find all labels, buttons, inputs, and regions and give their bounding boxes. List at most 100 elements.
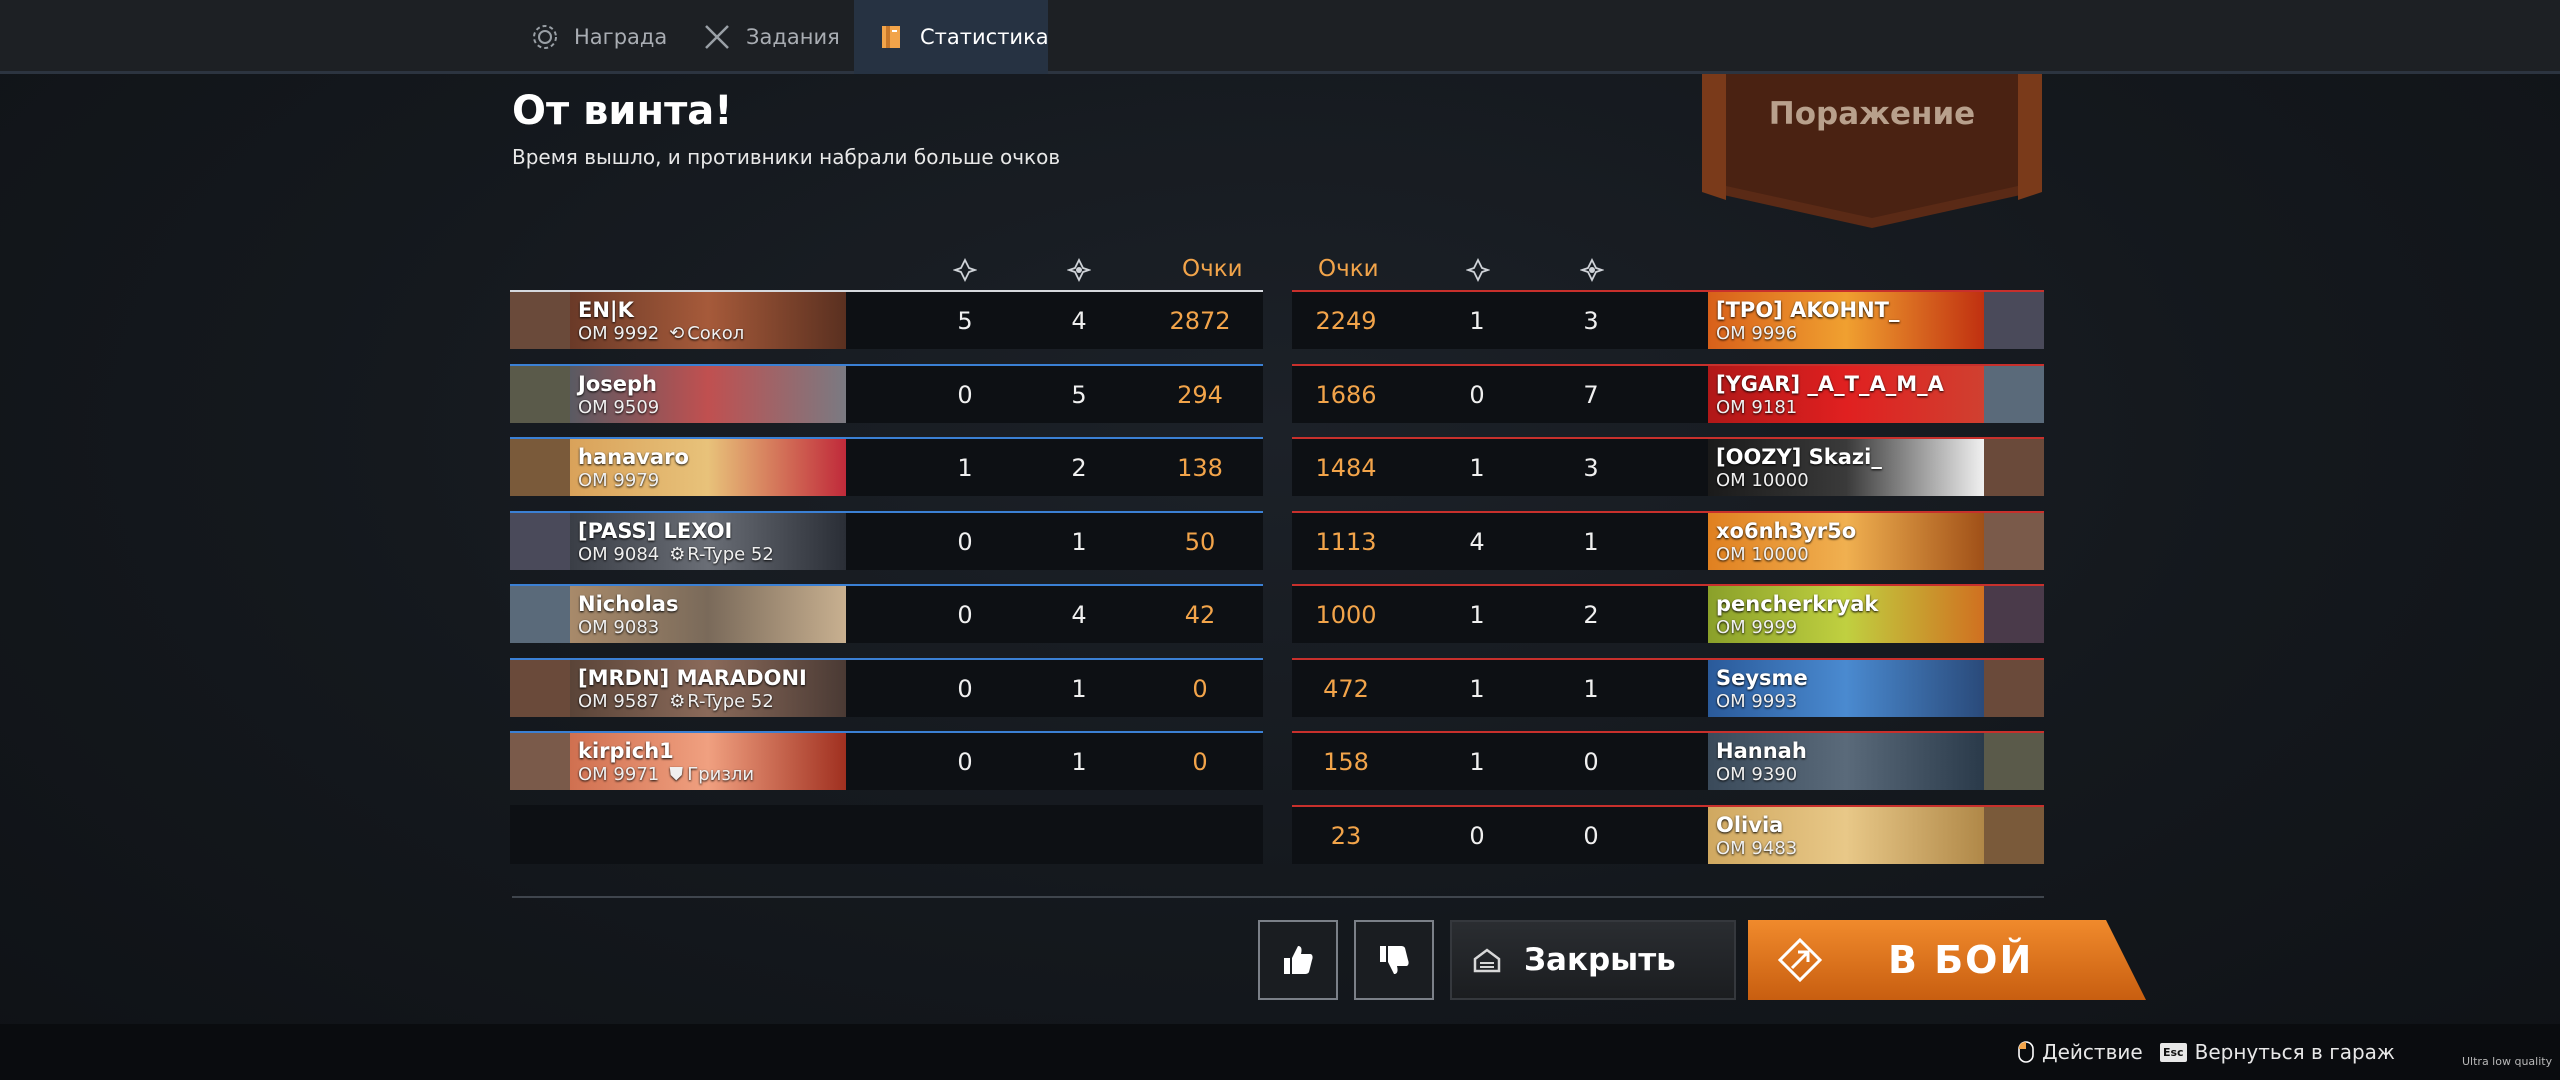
om-value: ОМ 9509 [578,397,660,418]
player-om: ОМ 9509 [578,397,659,418]
om-value: ОМ 9993 [1716,691,1798,712]
score-value: 1484 [1315,454,1377,482]
player-om: ОМ 9992 ⟲ Сокол [578,323,744,344]
player-row[interactable]: [MRDN] MARADONI ОМ 9587 ⚙ R-Type 52 0 1 0 [510,658,1263,717]
player-nameplate: [YGAR] _A_T_A_M_A ОМ 9181 [1708,366,1984,423]
player-row[interactable]: 158 1 0 Hannah ОМ 9390 [1292,731,2044,790]
avatar [1984,660,2044,717]
player-name: Hannah [1716,739,1807,763]
avatar [510,292,570,349]
avatar [1984,439,2044,496]
back-to-garage-hint[interactable]: Esc Вернуться в гараж [2160,1040,2395,1064]
avatar [510,366,570,423]
player-row[interactable]: 1484 1 3 [OOZY] Skazi_ ОМ 10000 [1292,437,2044,496]
score-value: 294 [1177,381,1223,409]
right-score-header: Очки [1318,256,1379,282]
player-name: hanavaro [578,445,689,469]
vehicle-name: Сокол [687,323,745,344]
tab-tasks[interactable]: Задания [680,0,862,74]
score-value: 138 [1177,454,1223,482]
to-battle-button[interactable]: В БОЙ [1748,920,2146,1000]
player-row[interactable]: 472 1 1 Seysme ОМ 9993 [1292,658,2044,717]
score-value: 2249 [1315,307,1377,335]
score-value: 1113 [1315,528,1377,556]
thumbs-up-icon [1284,946,1313,974]
kills-value: 0 [1469,381,1485,409]
player-row[interactable]: Joseph ОМ 9509 0 5 294 [510,364,1263,423]
kills-value: 4 [1469,528,1485,556]
score-value: 158 [1323,748,1369,776]
close-button[interactable]: Закрыть [1450,920,1736,1000]
assists-value: 1 [1071,528,1087,556]
om-value: ОМ 10000 [1716,470,1809,491]
reward-icon [530,22,560,52]
player-row[interactable]: 1000 1 2 pencherkryak ОМ 9999 [1292,584,2044,643]
player-nameplate: Nicholas ОМ 9083 [570,586,846,643]
like-button[interactable] [1258,920,1338,1000]
action-hint[interactable]: Действие [2018,1040,2143,1064]
om-value: ОМ 9390 [1716,764,1798,785]
back-to-garage-label: Вернуться в гараж [2194,1040,2395,1064]
score-value: 50 [1184,528,1216,556]
player-name: [MRDN] MARADONI [578,666,807,690]
player-row[interactable]: [PASS] LEXOI ОМ 9084 ⚙ R-Type 52 0 1 50 [510,511,1263,570]
player-om: ОМ 9587 ⚙ R-Type 52 [578,691,774,712]
assists-value: 7 [1583,381,1599,409]
player-nameplate: pencherkryak ОМ 9999 [1708,586,1984,643]
kills-value: 0 [957,675,973,703]
result-label: Поражение [1768,96,1976,132]
kills-value: 0 [957,528,973,556]
assists-icon [1580,258,1604,282]
player-nameplate: [OOZY] Skazi_ ОМ 10000 [1708,439,1984,496]
player-om: ОМ 10000 [1716,470,1809,491]
player-row[interactable]: 2249 1 3 [TPO] AKOHNT_ ОМ 9996 [1292,290,2044,349]
player-name: [YGAR] _A_T_A_M_A [1716,372,1944,396]
avatar [1984,733,2044,790]
player-row[interactable]: 1113 4 1 xo6nh3yr5o ОМ 10000 [1292,511,2044,570]
player-name: [PASS] LEXOI [578,519,733,543]
player-row[interactable]: EN|K ОМ 9992 ⟲ Сокол 5 4 2872 [510,290,1263,349]
player-nameplate: kirpich1 ОМ 9971 ⛊ Гризли [570,733,846,790]
dislike-button[interactable] [1354,920,1434,1000]
player-row[interactable]: kirpich1 ОМ 9971 ⛊ Гризли 0 1 0 [510,731,1263,790]
avatar [510,439,570,496]
page-title: От винта! [512,88,733,134]
assists-value: 3 [1583,454,1599,482]
player-name: Nicholas [578,592,679,616]
player-name: xo6nh3yr5o [1716,519,1857,543]
player-name: pencherkryak [1716,592,1879,616]
player-name: Seysme [1716,666,1808,690]
player-row[interactable]: 1686 0 7 [YGAR] _A_T_A_M_A ОМ 9181 [1292,364,2044,423]
battle-icon [1778,938,1822,982]
om-value: ОМ 9483 [1716,838,1798,859]
assists-value: 4 [1071,601,1087,629]
player-om: ОМ 9993 [1716,691,1797,712]
tab-reward[interactable]: Награда [508,0,689,74]
kills-value: 0 [957,748,973,776]
player-row[interactable]: Nicholas ОМ 9083 0 4 42 [510,584,1263,643]
garage-icon [1473,948,1501,973]
player-name: EN|K [578,298,634,322]
player-om: ОМ 9996 [1716,323,1797,344]
player-nameplate: hanavaro ОМ 9979 [570,439,846,496]
avatar [1984,513,2044,570]
player-row[interactable]: hanavaro ОМ 9979 1 2 138 [510,437,1263,496]
tab-statistics[interactable]: Статистика [854,0,1049,74]
score-value: 42 [1184,601,1216,629]
om-value: ОМ 9992 [578,323,660,344]
assists-value: 0 [1583,822,1599,850]
avatar [510,733,570,790]
kills-value: 1 [1469,307,1485,335]
player-nameplate: EN|K ОМ 9992 ⟲ Сокол [570,292,846,349]
om-value: ОМ 9587 [578,691,660,712]
avatar [510,586,570,643]
player-om: ОМ 9483 [1716,838,1797,859]
empty-player-row [510,805,1263,864]
player-om: ОМ 9181 [1716,397,1797,418]
player-row[interactable]: 23 0 0 Olivia ОМ 9483 [1292,805,2044,864]
kills-value: 1 [1469,748,1485,776]
left-score-header: Очки [1182,256,1243,282]
assists-value: 1 [1583,528,1599,556]
action-hint-label: Действие [2042,1040,2143,1064]
divider [512,896,2044,898]
